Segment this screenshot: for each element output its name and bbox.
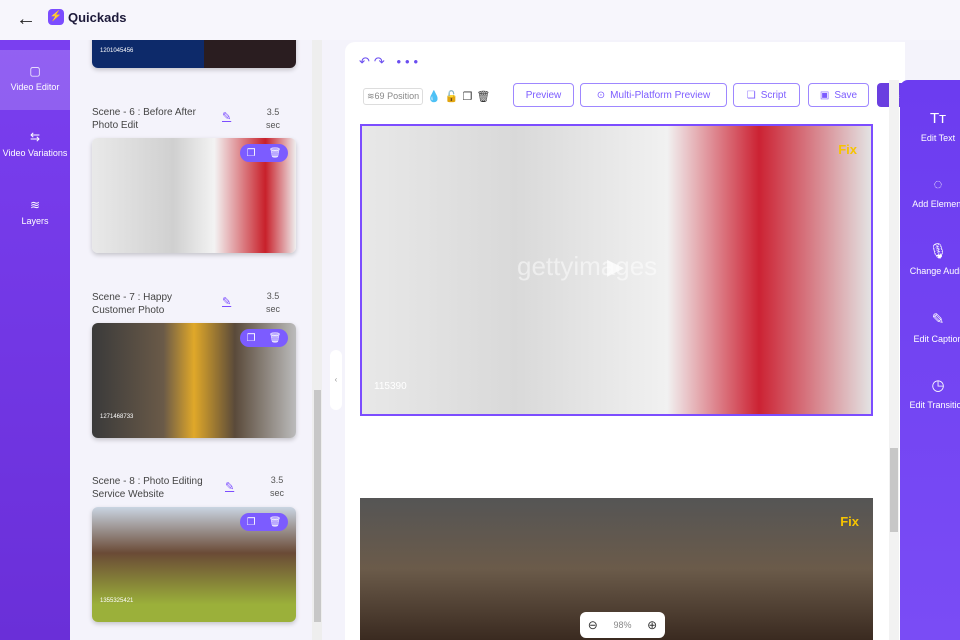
collapse-panel-button[interactable]: ‹ — [330, 350, 342, 410]
scene-title: Scene - 6 : Before After Photo Edit — [92, 107, 196, 131]
trash-icon[interactable]: 🗑 — [269, 517, 282, 528]
unlock-icon[interactable]: 🔓 — [445, 90, 459, 103]
scene-title: Scene - 7 : Happy Customer Photo — [92, 292, 173, 316]
scrollbar-thumb[interactable] — [890, 448, 898, 532]
quickads-logo-icon: ⚡ — [48, 9, 64, 25]
scene-duration: 3.5 sec — [266, 291, 281, 314]
add-element-button[interactable]: ◌ Add Element — [900, 176, 960, 209]
lightbulb-icon: ◌ — [933, 176, 943, 193]
zoom-out-icon[interactable]: ⊖ — [588, 618, 598, 632]
scene-title: Scene - 8 : Photo Editing Service Websit… — [92, 476, 203, 500]
scene-duration: 3.5 sec — [266, 107, 281, 130]
preview-button[interactable]: Preview — [513, 83, 574, 107]
stock-id: 1355325421 — [100, 598, 134, 604]
play-icon[interactable]: ▶ — [607, 254, 624, 280]
video-icon: ▢ — [29, 64, 41, 78]
undo-icon[interactable]: ↶ — [359, 54, 374, 69]
play-circle-icon: ⊙ — [596, 89, 606, 101]
more-icon[interactable]: ••• — [396, 54, 422, 69]
edit-pencil-icon[interactable]: ✎ — [225, 480, 234, 493]
zoom-control: ⊖ 98% ⊕ — [580, 612, 665, 638]
stock-id: 1271468733 — [100, 414, 134, 420]
scene-thumbnail[interactable]: ❐ 🗑 1271468733 — [92, 323, 296, 438]
brand-name: Quickads — [68, 10, 127, 25]
trash-icon[interactable]: 🗑 — [476, 90, 490, 103]
edit-pencil-icon[interactable]: ✎ — [222, 295, 231, 308]
swap-icon: ⇆ — [29, 130, 41, 144]
nav-label: Video Variations — [2, 148, 68, 158]
scene-thumbnail[interactable]: 1201045456 — [92, 40, 296, 68]
fix-logo: Fix — [840, 514, 859, 529]
edit-transition-button[interactable]: ◷Edit Transition — [900, 376, 960, 410]
nav-label: Video Editor — [10, 82, 60, 92]
duplicate-icon[interactable]: ❐ — [247, 517, 256, 528]
opacity-icon[interactable]: 💧 — [427, 90, 441, 103]
script-button[interactable]: ❏ Script — [733, 83, 800, 107]
edit-caption-button[interactable]: ✎ Edit Caption — [900, 310, 960, 344]
script-icon: ❏ — [746, 89, 756, 101]
stock-id: 115390 — [374, 381, 407, 392]
history-toolbar: ↶↷ ••• — [359, 54, 422, 70]
copy-icon[interactable]: ❐ — [463, 90, 473, 103]
watermark: gettyimages — [517, 251, 658, 281]
layer-position-button[interactable]: ≋69 Position — [363, 88, 424, 105]
scene-thumbnail[interactable]: ❐ 🗑 — [92, 138, 296, 253]
scene-actions: ❐ 🗑 — [240, 329, 288, 347]
zoom-level: 98% — [613, 620, 632, 630]
highlighter-icon: ✎ — [931, 311, 945, 328]
duplicate-icon[interactable]: ❐ — [247, 148, 256, 159]
layers-icon: ≋ — [29, 198, 41, 212]
nav-label: Layers — [21, 216, 49, 226]
redo-icon[interactable]: ↷ — [374, 54, 389, 69]
layer-tools: ≋69 Position 💧 🔓 ❐ 🗑 — [363, 88, 490, 105]
stock-id: 1201045456 — [100, 48, 134, 54]
canvas-scene-active[interactable]: gettyimages ▶ Fix 115390 — [360, 124, 873, 416]
canvas-scrollbar[interactable] — [889, 80, 899, 640]
save-button[interactable]: ▣ Save — [808, 83, 869, 107]
back-arrow-icon[interactable]: ← — [16, 8, 36, 31]
scene-thumbnail[interactable]: ❐ 🗑 1355325421 — [92, 507, 296, 622]
left-nav: ▢ Video Editor ⇆ Video Variations ≋ Layers — [0, 40, 70, 640]
change-audio-button[interactable]: 🎙Change Audio — [900, 242, 960, 276]
nav-layers[interactable]: ≋ Layers — [0, 198, 70, 226]
edit-pencil-icon[interactable]: ✎ — [222, 110, 231, 123]
right-tools: TтEdit Text ◌Add Element 🎙Change Audio ✎… — [900, 80, 960, 640]
text-icon: Tт — [929, 110, 947, 127]
duplicate-icon[interactable]: ❐ — [247, 333, 256, 344]
editor-main: ↶↷ ••• ≋69 Position 💧 🔓 ❐ 🗑 Preview ⊙ Multi-… — [345, 42, 917, 640]
zoom-in-icon[interactable]: ⊕ — [647, 618, 657, 632]
clock-icon: ◷ — [931, 377, 945, 394]
trash-icon[interactable]: 🗑 — [269, 148, 282, 159]
header: ← ⚡ Quickads — [0, 0, 960, 40]
scrollbar-thumb[interactable] — [314, 390, 321, 622]
scene-duration: 3.5 sec — [270, 475, 285, 498]
microphone-icon: 🎙 — [928, 243, 948, 260]
save-icon: ▣ — [819, 89, 830, 101]
edit-text-button[interactable]: Tт Edit Text — [900, 110, 960, 143]
scene-actions: ❐ 🗑 — [240, 144, 288, 162]
scene-actions: ❐ 🗑 — [240, 513, 288, 531]
fix-logo: Fix — [838, 142, 857, 157]
trash-icon[interactable]: 🗑 — [269, 333, 282, 344]
multi-platform-preview-button[interactable]: ⊙ Multi-Platform Preview — [580, 83, 727, 107]
scene-list: 1201045456 Scene - 6 : Before After Phot… — [70, 40, 312, 640]
nav-video-editor[interactable]: ▢ Video Editor — [0, 50, 70, 110]
nav-video-variations[interactable]: ⇆ Video Variations — [0, 130, 70, 158]
